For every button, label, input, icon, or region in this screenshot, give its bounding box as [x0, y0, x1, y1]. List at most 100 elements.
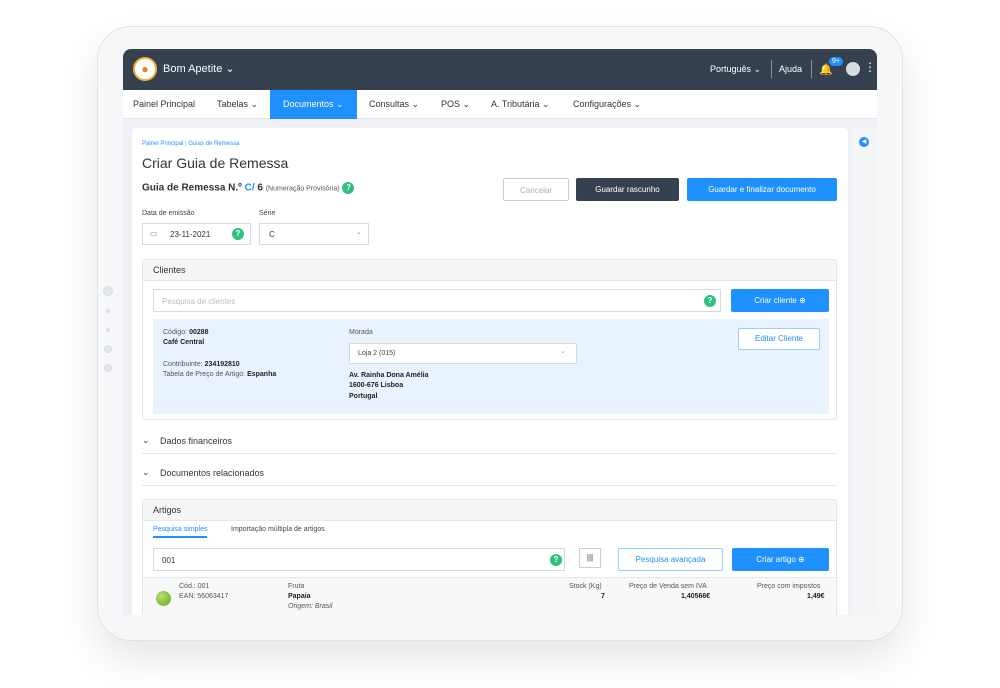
fruit-icon	[156, 591, 171, 606]
more-options-icon[interactable]: ⋮	[864, 60, 876, 74]
price-tax-value: 1,49€	[807, 593, 825, 600]
tablet-dot	[106, 328, 110, 332]
stock-value: 7	[601, 593, 605, 600]
article-category: Fruta	[288, 583, 305, 590]
main-card: Painel Principal | Guias de Remessa Cria…	[132, 128, 848, 615]
financial-data-section[interactable]: ⌄ Dados financeiros	[142, 428, 837, 454]
address-line-3: Portugal	[349, 393, 378, 400]
price-value: 1,40566€	[681, 593, 711, 600]
article-origin: Origem: Brasil	[288, 603, 333, 610]
article-code: Cód.: 001	[179, 583, 210, 590]
menu-item-consultas[interactable]: Consultas ⌄	[369, 90, 419, 119]
main-menu: Painel Principal Tabelas ⌄ Documentos ⌄ …	[123, 90, 877, 119]
help-icon[interactable]: ?	[342, 182, 355, 194]
brand-logo-icon[interactable]: ●	[133, 57, 157, 81]
breadcrumb: Painel Principal | Guias de Remessa	[142, 141, 239, 147]
notifications-badge: 9+	[829, 57, 843, 66]
related-documents-section[interactable]: ⌄ Documentos relacionados	[142, 460, 837, 486]
divider	[771, 60, 772, 78]
edit-client-button[interactable]: Editar Cliente	[738, 328, 820, 350]
chevron-down-icon: ⌄	[142, 467, 150, 477]
articles-title: Artigos	[143, 500, 836, 521]
address-line-1: Av. Rainha Dona Amélia	[349, 372, 429, 379]
chevron-down-icon: ⌄	[356, 229, 362, 236]
company-selector[interactable]: Bom Apetite ⌄	[163, 62, 235, 75]
series-select[interactable]: C ⌄	[259, 223, 369, 245]
create-client-button[interactable]: Criar cliente ⊕	[731, 289, 829, 312]
document-sequence: 6	[257, 182, 263, 194]
document-number: Guia de Remessa N.º C/ 6 (Numeração Prov…	[142, 182, 355, 194]
chevron-down-icon: ⌄	[142, 435, 150, 445]
advanced-search-button[interactable]: Pesquisa avançada	[618, 548, 723, 571]
language-selector[interactable]: Português ⌄	[710, 64, 761, 75]
client-search-input[interactable]: Pesquisa de clientes ?	[153, 289, 721, 312]
menu-item-pos[interactable]: POS ⌄	[441, 90, 470, 119]
create-article-button[interactable]: Criar artigo ⊕	[732, 548, 829, 571]
article-name: Papaia	[288, 593, 311, 600]
menu-item-painel-principal[interactable]: Painel Principal	[133, 90, 195, 119]
tablet-dot	[103, 286, 113, 296]
series-value: C	[269, 230, 275, 239]
breadcrumb-separator: |	[185, 141, 187, 147]
issue-date-value: 23-11-2021	[170, 230, 211, 239]
financial-data-label: Dados financeiros	[160, 436, 233, 446]
menu-item-a-tributaria[interactable]: A. Tributária ⌄	[491, 90, 550, 119]
article-ean: EAN: 56063417	[179, 593, 229, 600]
client-details: Código: 00288 Café Central Contribuinte:…	[153, 319, 829, 414]
tablet-dot	[104, 364, 112, 372]
divider	[811, 60, 812, 78]
article-search-value: 001	[162, 556, 176, 565]
taxpayer-value: 234192810	[204, 361, 240, 368]
document-label: Guia de Remessa N.º	[142, 182, 242, 194]
collapse-panel-icon[interactable]: ◀	[859, 137, 869, 147]
menu-item-configuracoes[interactable]: Configurações ⌄	[573, 90, 641, 119]
related-documents-label: Documentos relacionados	[160, 468, 265, 478]
article-result-row[interactable]: Cód.: 001 EAN: 56063417 Fruta Papaia Ori…	[143, 577, 836, 615]
clients-panel: Clientes Pesquisa de clientes ? Criar cl…	[142, 259, 837, 420]
barcode-icon[interactable]: |||	[579, 548, 601, 568]
client-taxpayer: Contribuinte: 234192810	[163, 361, 240, 368]
help-icon[interactable]: ?	[232, 228, 244, 240]
tab-multiple-import[interactable]: Importação múltipla de artigos	[231, 526, 325, 533]
client-code-label: Código:	[163, 329, 188, 336]
tablet-dot	[106, 309, 110, 313]
taxpayer-label: Contribuinte:	[163, 361, 203, 368]
save-draft-button[interactable]: Guardar rascunho	[576, 178, 679, 201]
issue-date-label: Data de emissão	[142, 210, 195, 217]
save-finalize-button[interactable]: Guardar e finalizar documento	[687, 178, 837, 201]
app-screen: ● Bom Apetite ⌄ Português ⌄ Ajuda 🔔 9+ ⋮…	[123, 49, 877, 615]
client-code: Código: 00288	[163, 329, 209, 336]
client-search-placeholder: Pesquisa de clientes	[162, 297, 236, 306]
price-tax-label: Preço com impostos	[757, 583, 821, 590]
article-search-input[interactable]: 001 ?	[153, 548, 565, 571]
price-label: Preço de Venda sem IVA	[629, 583, 707, 590]
document-series: C/	[244, 182, 255, 194]
provisional-note: (Numeração Provisória)	[265, 185, 340, 193]
stock-label: Stock (Kg)	[569, 583, 602, 590]
address-selected: Loja 2 (015)	[358, 350, 396, 357]
user-avatar[interactable]	[846, 62, 860, 76]
issue-date-field[interactable]: ▭ 23-11-2021 ?	[142, 223, 251, 245]
breadcrumb-current[interactable]: Guias de Remessa	[188, 141, 239, 147]
tablet-dot	[104, 345, 112, 353]
menu-item-documentos[interactable]: Documentos ⌄	[270, 90, 357, 119]
chevron-down-icon: ⌄	[560, 348, 566, 355]
menu-item-tabelas[interactable]: Tabelas ⌄	[217, 90, 258, 119]
client-code-value: 00288	[189, 329, 209, 336]
clients-title: Clientes	[143, 260, 836, 281]
help-link[interactable]: Ajuda	[779, 64, 802, 74]
top-bar: ● Bom Apetite ⌄ Português ⌄ Ajuda 🔔 9+ ⋮	[123, 49, 877, 90]
address-select[interactable]: Loja 2 (015) ⌄	[349, 343, 577, 364]
client-name: Café Central	[163, 339, 205, 346]
cancel-button[interactable]: Cancelar	[503, 178, 569, 201]
tab-simple-search[interactable]: Pesquisa simples	[153, 526, 208, 538]
right-side-panel	[852, 128, 877, 615]
help-icon[interactable]: ?	[550, 554, 562, 566]
help-icon[interactable]: ?	[704, 295, 716, 307]
breadcrumb-home[interactable]: Painel Principal	[142, 141, 183, 147]
price-table-value: Espanha	[247, 371, 277, 378]
client-price-table: Tabela de Preço de Artigo: Espanha	[163, 371, 276, 378]
address-label: Morada	[349, 329, 373, 336]
calendar-icon[interactable]: ▭	[150, 229, 158, 238]
price-table-label: Tabela de Preço de Artigo:	[163, 371, 246, 378]
